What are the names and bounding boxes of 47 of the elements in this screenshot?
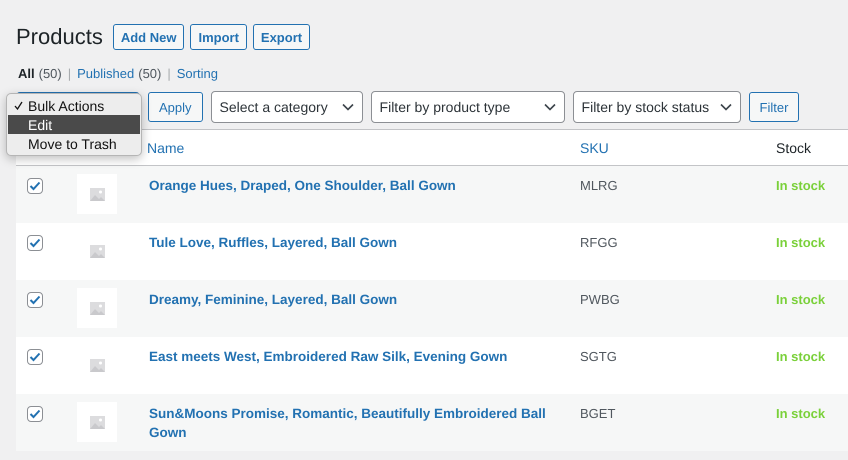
- view-link[interactable]: Published (50): [77, 66, 162, 81]
- row-checkbox[interactable]: [27, 406, 43, 422]
- stock-status: In stock: [776, 235, 826, 250]
- column-header[interactable]: SKU: [580, 140, 609, 156]
- row-checkbox[interactable]: [27, 292, 43, 308]
- chevron-down-icon: [342, 103, 354, 111]
- product-name-link[interactable]: Orange Hues, Draped, One Shoulder, Ball Gown: [149, 176, 552, 195]
- menu-item[interactable]: Edit: [8, 115, 140, 134]
- checkmark-icon: [14, 101, 23, 110]
- product-name-link[interactable]: East meets West, Embroidered Raw Silk, Evening Gown: [149, 347, 552, 366]
- product-name-link[interactable]: Dreamy, Feminine, Layered, Ball Gown: [149, 290, 552, 309]
- filter-button[interactable]: Filter: [748, 92, 800, 122]
- stock-status: In stock: [776, 292, 826, 307]
- sku-text: BGET: [580, 406, 616, 421]
- stock-status: In stock: [776, 349, 826, 364]
- column-header[interactable]: Name: [147, 140, 184, 156]
- page-title: Products: [16, 24, 103, 50]
- title-action-button[interactable]: Import: [190, 24, 247, 50]
- menu-item[interactable]: Move to Trash: [8, 134, 140, 153]
- stock-status: In stock: [776, 178, 826, 193]
- column-header: Stock: [776, 140, 812, 156]
- sku-text: SGTG: [580, 349, 617, 364]
- filter-select[interactable]: Filter by product type: [370, 91, 565, 123]
- sku-text: RFGG: [580, 235, 618, 250]
- filter-select[interactable]: Filter by stock status: [572, 91, 741, 123]
- chevron-down-icon: [544, 103, 556, 111]
- sku-text: PWBG: [580, 292, 620, 307]
- image-placeholder: [77, 402, 117, 442]
- separator: |: [167, 66, 171, 81]
- row-checkbox[interactable]: [27, 235, 43, 251]
- apply-button[interactable]: Apply: [148, 92, 203, 122]
- product-name-link[interactable]: Tule Love, Ruffles, Layered, Ball Gown: [149, 233, 552, 252]
- image-placeholder: [77, 174, 117, 214]
- product-name-link[interactable]: Sun&Moons Promise, Romantic, Beautifully Embroidered Ball Gown: [149, 404, 552, 442]
- row-checkbox[interactable]: [27, 178, 43, 194]
- title-action-button[interactable]: Export: [252, 24, 310, 50]
- chevron-down-icon: [720, 103, 732, 111]
- view-link[interactable]: Sorting: [176, 66, 218, 81]
- stock-status: In stock: [776, 406, 826, 421]
- menu-item[interactable]: Bulk Actions: [8, 96, 140, 115]
- sku-text: MLRG: [580, 178, 618, 193]
- row-checkbox[interactable]: [27, 349, 43, 365]
- image-placeholder: [77, 288, 117, 328]
- view-link[interactable]: All (50): [18, 66, 62, 81]
- filter-select[interactable]: Select a category: [210, 91, 363, 123]
- separator: |: [68, 66, 72, 81]
- title-action-button[interactable]: Add New: [112, 24, 184, 50]
